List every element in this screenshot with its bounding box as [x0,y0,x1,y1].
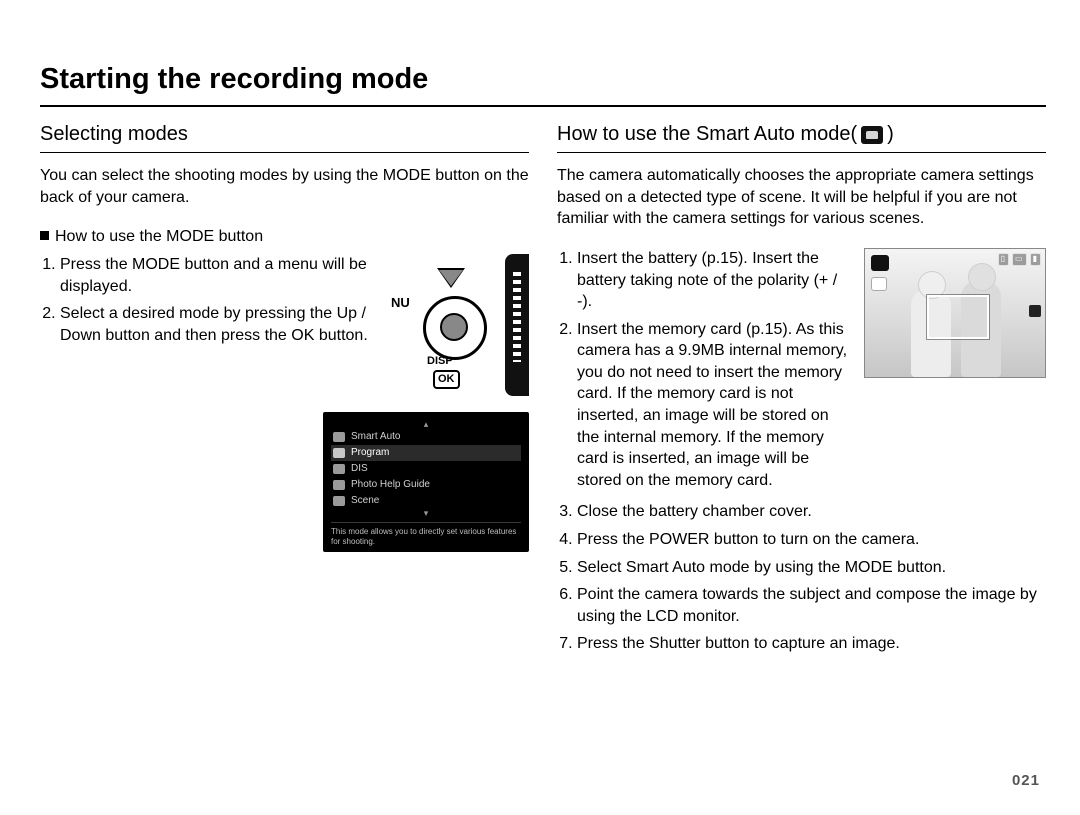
mode-button-steps: Press the MODE button and a menu will be… [40,254,379,346]
section-heading-text: Selecting modes [40,121,188,148]
left-intro-text: You can select the shooting modes by usi… [40,165,529,208]
menu-row: DIS [331,461,521,477]
ok-label: OK [433,370,460,389]
smart-auto-steps-3-7: Close the battery chamber cover. Press t… [557,501,1046,655]
scene-icon [333,496,345,506]
manual-page: Starting the recording mode Selecting mo… [0,0,1080,815]
menu-item-label: Scene [351,494,379,508]
left-body-row: Press the MODE button and a menu will be… [40,254,529,396]
sub-heading-mode-button: How to use the MODE button [40,226,529,248]
menu-item-label: DIS [351,462,368,476]
list-item: Press the MODE button and a menu will be… [60,254,379,297]
lcd-menu-screenshot: ▴ Smart Auto Program DIS Photo Help Guid… [323,412,529,552]
chevron-up-icon: ▴ [331,420,521,429]
page-number: 021 [1012,771,1040,791]
list-item: Insert the memory card (p.15). As this c… [577,319,850,492]
right-intro-text: The camera automatically chooses the app… [557,165,1046,230]
camera-back-illustration: NU DISP OK [389,254,529,396]
menu-row: Photo Help Guide [331,477,521,493]
photo-help-icon [333,480,345,490]
down-arrow-icon [437,268,465,288]
program-icon [333,448,345,458]
menu-item-label: Smart Auto [351,430,400,444]
list-item: Close the battery chamber cover. [577,501,1046,523]
two-column-layout: Selecting modes You can select the shoot… [40,121,1046,665]
side-indicator-icon [1029,305,1041,317]
square-bullet-icon [40,231,49,240]
menu-hint-text: This mode allows you to directly set var… [331,522,521,546]
control-wheel-icon [423,296,487,360]
menu-row-selected: Program [331,445,521,461]
battery-level-icon: ▮ [1030,253,1041,266]
list-item: Press the Shutter button to capture an i… [577,633,1046,655]
menu-row: Scene [331,493,521,509]
right-top-row: Insert the battery (p.15). Insert the ba… [557,248,1046,502]
lcd-preview-illustration: ▯▭▮ [864,248,1046,378]
section-heading-smart-auto: How to use the Smart Auto mode( ) [557,121,1046,148]
chevron-down-icon: ▾ [331,509,521,518]
smart-auto-mode-icon [861,126,883,144]
smart-auto-steps-1-2a: Insert the battery (p.15). Insert the ba… [557,248,850,492]
page-title: Starting the recording mode [40,60,1046,99]
camera-grip-edge [505,254,529,396]
right-steps-initial: Insert the battery (p.15). Insert the ba… [557,248,850,502]
sub-heading-text: How to use the MODE button [55,228,263,245]
heading-suffix: ) [887,121,894,148]
left-steps-container: Press the MODE button and a menu will be… [40,254,379,356]
focus-frame-icon [927,295,989,339]
dis-icon [333,464,345,474]
battery-icon: ▯ [998,253,1009,266]
section-rule-left [40,152,529,153]
section-heading-selecting-modes: Selecting modes [40,121,529,148]
menu-row: Smart Auto [331,429,521,445]
left-column: Selecting modes You can select the shoot… [40,121,529,665]
list-item: Press the POWER button to turn on the ca… [577,529,1046,551]
heading-prefix: How to use the Smart Auto mode( [557,121,857,148]
menu-item-label: Program [351,446,389,460]
title-rule [40,105,1046,107]
smart-auto-icon [333,432,345,442]
list-item: Insert the battery (p.15). Insert the ba… [577,248,850,313]
right-column: How to use the Smart Auto mode( ) The ca… [557,121,1046,665]
disp-label: DISP [427,354,453,369]
list-item: Point the camera towards the subject and… [577,584,1046,627]
status-indicator-icon [871,277,887,291]
menu-item-label: Photo Help Guide [351,478,430,492]
card-icon: ▭ [1012,253,1027,266]
list-item: Select Smart Auto mode by using the MODE… [577,557,1046,579]
section-rule-right [557,152,1046,153]
menu-label-fragment: NU [391,294,410,312]
list-item: Select a desired mode by pressing the Up… [60,303,379,346]
mode-indicator-icon [871,255,889,271]
subject-head [968,263,996,291]
overlay-status-icons: ▯▭▮ [998,253,1041,266]
camera-sketch: NU DISP OK [389,254,529,396]
